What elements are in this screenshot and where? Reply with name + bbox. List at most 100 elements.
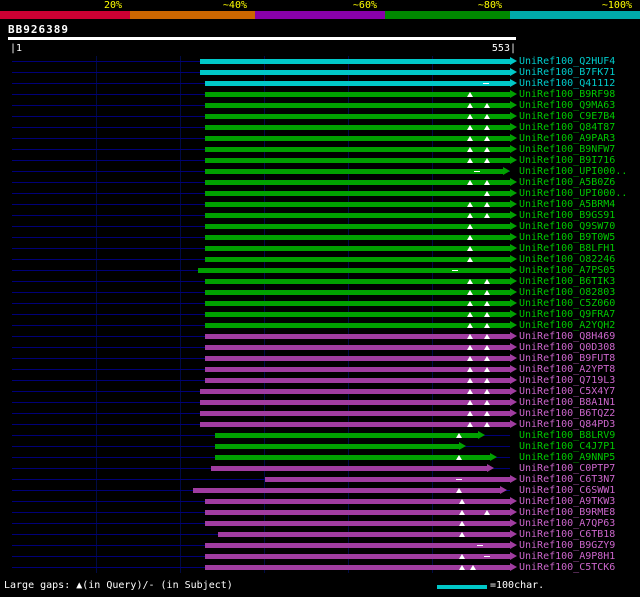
hit-label[interactable]: UniRef100_A7PS05 <box>519 265 615 276</box>
hit-label[interactable]: UniRef100_Q84T87 <box>519 122 615 133</box>
hit-label[interactable]: UniRef100_B9FUT8 <box>519 353 615 364</box>
alignment-bar[interactable] <box>205 136 510 141</box>
alignment-bar[interactable] <box>205 257 510 262</box>
alignment-bar[interactable] <box>205 202 510 207</box>
query-gap-triangle-icon <box>484 400 491 405</box>
alignment-bar[interactable] <box>205 378 510 383</box>
alignment-bar[interactable] <box>199 400 510 405</box>
arrow-head-icon <box>510 277 517 285</box>
hit-label[interactable]: UniRef100_B8LFH1 <box>519 243 615 254</box>
alignment-bar[interactable] <box>205 543 510 548</box>
alignment-bar[interactable] <box>205 147 510 152</box>
arrow-head-icon <box>510 354 517 362</box>
alignment-bar[interactable] <box>205 180 510 185</box>
hit-label[interactable]: UniRef100_Q8H469 <box>519 331 615 342</box>
hit-label[interactable]: UniRef100_C4J7P1 <box>519 441 615 452</box>
hit-label[interactable]: UniRef100_Q84PD3 <box>519 419 615 430</box>
hit-label[interactable]: UniRef100_B9RF98 <box>519 89 615 100</box>
hit-label[interactable]: UniRef100_Q719L3 <box>519 375 615 386</box>
hit-label[interactable]: UniRef100_B9T0W5 <box>519 232 615 243</box>
hit-label[interactable]: UniRef100_C0PTP7 <box>519 463 615 474</box>
alignment-bar[interactable] <box>205 114 510 119</box>
hit-label[interactable]: UniRef100_C6T3N7 <box>519 474 615 485</box>
alignment-bar[interactable] <box>214 433 478 438</box>
hit-label[interactable]: UniRef100_C5Z060 <box>519 298 615 309</box>
hit-label[interactable]: UniRef100_A9TKW3 <box>519 496 615 507</box>
hit-label[interactable]: UniRef100_Q9MA63 <box>519 100 615 111</box>
arrow-head-icon <box>510 310 517 318</box>
arrow-head-icon <box>510 244 517 252</box>
hit-label[interactable]: UniRef100_A2YPT8 <box>519 364 615 375</box>
hit-label[interactable]: UniRef100_A5B0Z6 <box>519 177 615 188</box>
alignment-bar[interactable] <box>205 158 510 163</box>
alignment-bar[interactable] <box>205 246 510 251</box>
hit-label[interactable]: UniRef100_Q2HUF4 <box>519 56 615 67</box>
hit-label[interactable]: UniRef100_A9P8H1 <box>519 551 615 562</box>
alignment-bar[interactable] <box>205 224 510 229</box>
alignment-bar[interactable] <box>199 389 510 394</box>
hit-label[interactable]: UniRef100_B6TQZ2 <box>519 408 615 419</box>
alignment-bar[interactable] <box>214 444 460 449</box>
alignment-bar[interactable] <box>217 532 510 537</box>
hit-label[interactable]: UniRef100_C6SWW1 <box>519 485 615 496</box>
alignment-bar[interactable] <box>197 268 510 273</box>
alignment-bar[interactable] <box>199 59 510 64</box>
hit-label[interactable]: UniRef100_A9NNP5 <box>519 452 615 463</box>
hit-label[interactable]: UniRef100_Q41112 <box>519 78 615 89</box>
hit-label[interactable]: UniRef100_B7FK71 <box>519 67 615 78</box>
alignment-bar[interactable] <box>193 488 501 493</box>
alignment-bar[interactable] <box>205 235 510 240</box>
alignment-bar[interactable] <box>205 367 510 372</box>
hit-label[interactable]: UniRef100_Q9FRA7 <box>519 309 615 320</box>
alignment-row: UniRef100_C5Z060 <box>0 298 640 309</box>
alignment-bar[interactable] <box>205 290 510 295</box>
alignment-bar[interactable] <box>205 213 510 218</box>
hit-label[interactable]: UniRef100_B9GZY9 <box>519 540 615 551</box>
hit-label[interactable]: UniRef100_C6TB18 <box>519 529 615 540</box>
hit-label[interactable]: UniRef100_Q9SW70 <box>519 221 615 232</box>
query-gap-triangle-icon <box>484 378 491 383</box>
hit-label[interactable]: UniRef100_C5X4Y7 <box>519 386 615 397</box>
hit-label[interactable]: UniRef100_A7QP63 <box>519 518 615 529</box>
hit-label[interactable]: UniRef100_B6TIK3 <box>519 276 615 287</box>
hit-label[interactable]: UniRef100_A9PAR3 <box>519 133 615 144</box>
hit-label[interactable]: UniRef100_B9I716 <box>519 155 615 166</box>
hit-label[interactable]: UniRef100_UPI000.. <box>519 166 627 177</box>
hit-label[interactable]: UniRef100_A5BRM4 <box>519 199 615 210</box>
alignment-row: UniRef100_A9PAR3 <box>0 133 640 144</box>
alignment-bar[interactable] <box>205 334 510 339</box>
alignment-bar[interactable] <box>211 466 488 471</box>
alignment-bar[interactable] <box>205 312 510 317</box>
alignment-bar[interactable] <box>205 103 510 108</box>
alignment-bar[interactable] <box>205 81 510 86</box>
hit-label[interactable]: UniRef100_C5TCK6 <box>519 562 615 573</box>
hit-label[interactable]: UniRef100_B9GS91 <box>519 210 615 221</box>
alignment-bar[interactable] <box>205 191 510 196</box>
hit-label[interactable]: UniRef100_B9NFW7 <box>519 144 615 155</box>
hit-label[interactable]: UniRef100_B9RME8 <box>519 507 615 518</box>
alignment-bar[interactable] <box>205 323 510 328</box>
alignment-bar[interactable] <box>205 125 510 130</box>
hit-label[interactable]: UniRef100_A2YQH2 <box>519 320 615 331</box>
hit-label[interactable]: UniRef100_O82246 <box>519 254 615 265</box>
alignment-bar[interactable] <box>214 455 491 460</box>
hit-label[interactable]: UniRef100_Q0D308 <box>519 342 615 353</box>
alignment-bar[interactable] <box>205 169 503 174</box>
alignment-bar[interactable] <box>205 301 510 306</box>
alignment-bar[interactable] <box>205 92 510 97</box>
hit-label[interactable]: UniRef100_B8LRV9 <box>519 430 615 441</box>
alignment-bar[interactable] <box>205 345 510 350</box>
hit-label[interactable]: UniRef100_O82803 <box>519 287 615 298</box>
alignment-bar[interactable] <box>199 411 510 416</box>
alignment-bar[interactable] <box>199 422 510 427</box>
alignment-bar[interactable] <box>205 279 510 284</box>
alignment-bar[interactable] <box>264 477 510 482</box>
arrow-head-icon <box>510 365 517 373</box>
alignment-bar[interactable] <box>199 70 510 75</box>
alignment-bar[interactable] <box>205 356 510 361</box>
hit-label[interactable]: UniRef100_UPI000.. <box>519 188 627 199</box>
hit-label[interactable]: UniRef100_B8A1N1 <box>519 397 615 408</box>
arrow-head-icon <box>510 398 517 406</box>
query-gap-triangle-icon <box>484 356 491 361</box>
hit-label[interactable]: UniRef100_C9E7B4 <box>519 111 615 122</box>
